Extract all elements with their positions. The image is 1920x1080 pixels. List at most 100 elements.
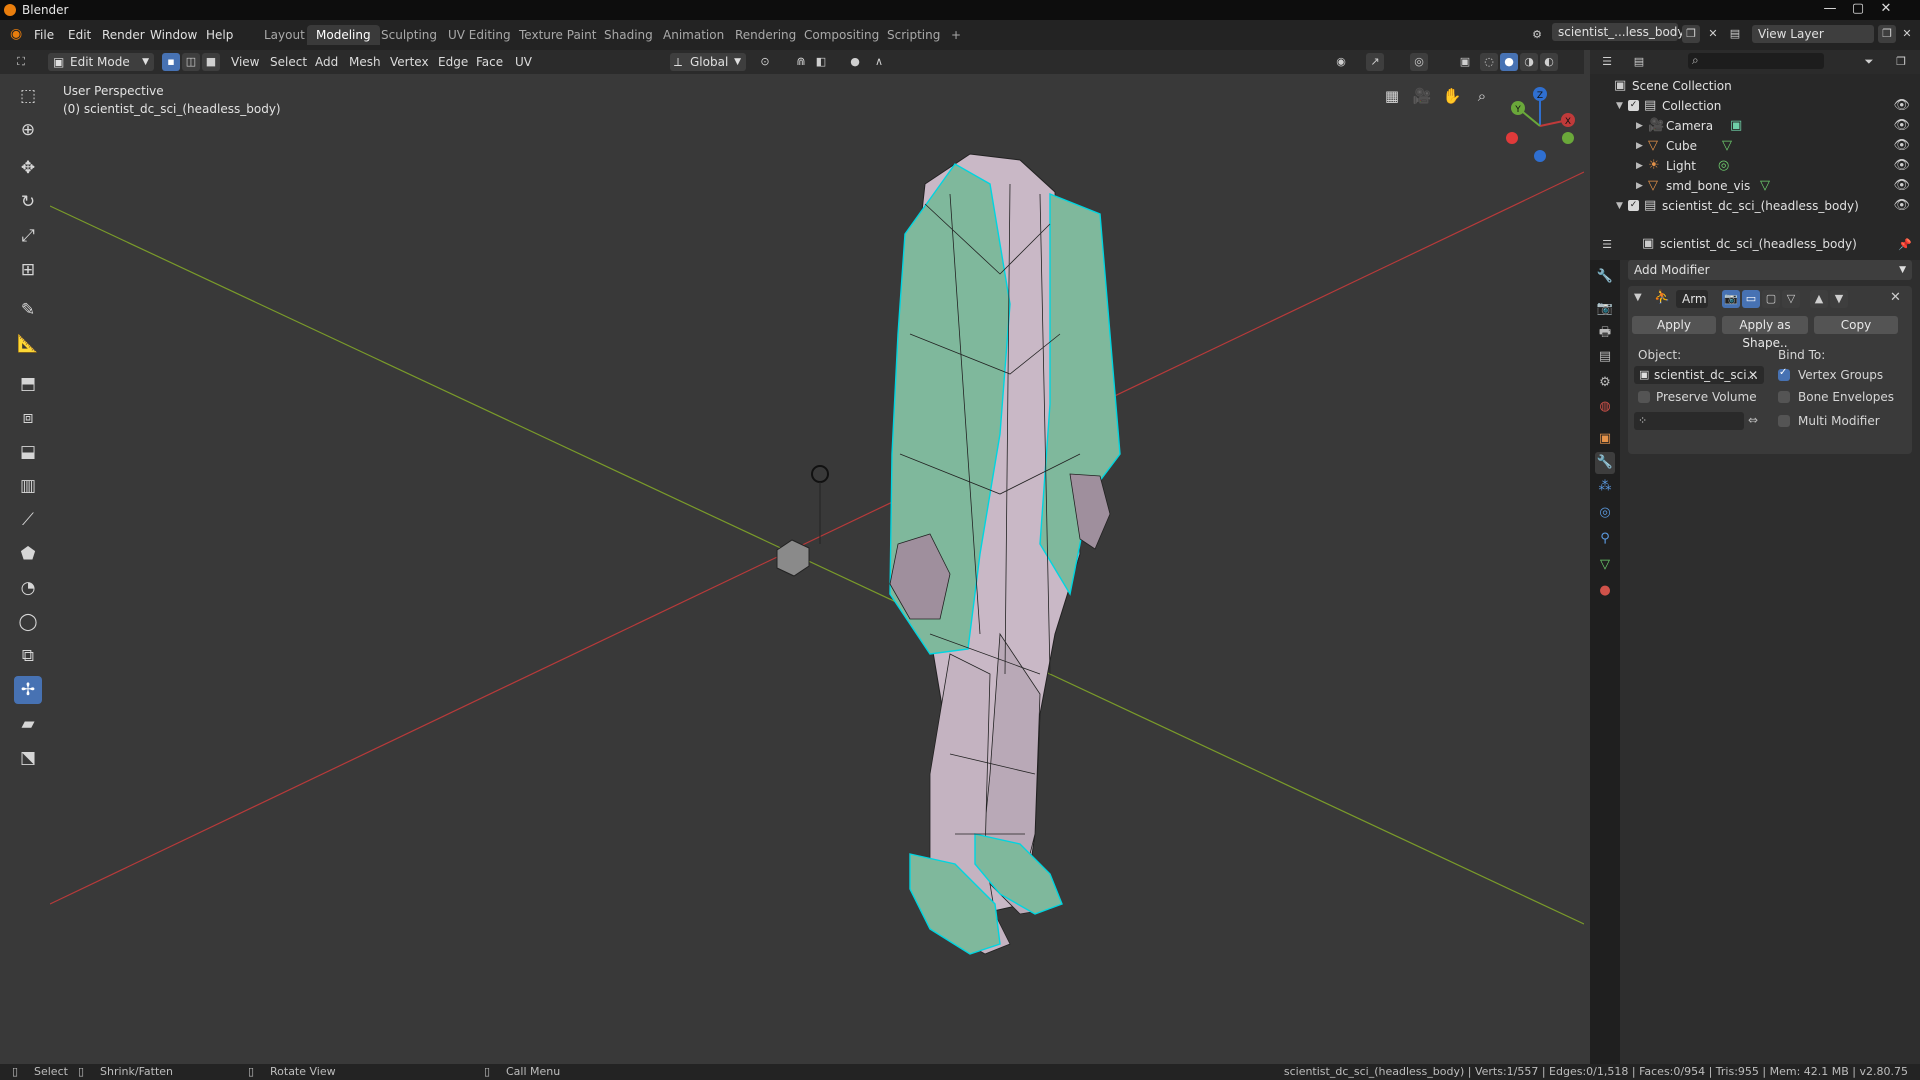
bone-envelopes-checkbox[interactable] (1778, 391, 1790, 403)
tab-shading[interactable]: Shading (595, 25, 662, 45)
close-icon[interactable]: ✕ (1874, 0, 1898, 18)
tab-modeling[interactable]: Modeling (307, 25, 380, 45)
tool-tab-icon[interactable]: 🔧 (1595, 266, 1615, 288)
transform-tool-icon[interactable]: ⊞ (14, 256, 42, 284)
blender-menu-icon[interactable]: ◉ (10, 26, 22, 42)
collection-checkbox[interactable]: ✓ (1628, 200, 1639, 211)
menu-edge[interactable]: Edge (434, 53, 472, 71)
properties-editor-icon[interactable]: ☰ (1598, 236, 1616, 254)
eye-icon[interactable]: 👁 (1893, 158, 1910, 173)
menu-render[interactable]: Render (102, 28, 145, 42)
eye-icon[interactable]: 👁 (1893, 138, 1910, 153)
rip-region-tool-icon[interactable]: ⬔ (14, 744, 42, 772)
show-in-edit-mode-icon[interactable]: ▢ (1762, 290, 1780, 308)
tab-uv-editing[interactable]: UV Editing (439, 25, 520, 45)
modifier-tab-icon[interactable]: 🔧 (1595, 452, 1615, 474)
inset-tool-icon[interactable]: ⧈ (14, 404, 42, 432)
tab-scripting[interactable]: Scripting (878, 25, 949, 45)
scene-icon[interactable]: ⚙ (1528, 26, 1546, 44)
face-select-icon[interactable]: ■ (202, 53, 220, 71)
eye-icon[interactable]: 👁 (1893, 178, 1910, 193)
outliner-row-collection[interactable]: ▼ ✓ ▤ Collection 👁 (1590, 96, 1920, 116)
expand-icon[interactable]: ▶ (1636, 121, 1643, 131)
knife-tool-icon[interactable]: ⟋ (14, 506, 42, 534)
modifier-name-field[interactable]: Arm (1676, 290, 1708, 308)
spin-tool-icon[interactable]: ◔ (14, 574, 42, 602)
menu-add[interactable]: Add (311, 53, 342, 71)
output-tab-icon[interactable]: 🖶 (1595, 322, 1615, 344)
transform-orientation-selector[interactable]: ⟂ Global ▼ (670, 53, 746, 71)
menu-vertex[interactable]: Vertex (386, 53, 433, 71)
add-modifier-dropdown[interactable]: Add Modifier ▼ (1628, 260, 1912, 280)
apply-as-shape-button[interactable]: Apply as Shape.. (1722, 316, 1808, 350)
new-view-layer-icon[interactable]: ❐ (1878, 25, 1896, 43)
editor-type-icon[interactable]: ⛶ (12, 53, 30, 71)
move-down-icon[interactable]: ▼ (1830, 290, 1848, 308)
overlay-toggle-icon[interactable]: ◎ (1410, 53, 1428, 71)
apply-button[interactable]: Apply (1632, 316, 1716, 334)
material-shading-icon[interactable]: ◑ (1520, 53, 1538, 71)
expand-icon[interactable]: ▼ (1616, 201, 1623, 211)
vertex-groups-checkbox[interactable] (1778, 367, 1790, 381)
outliner-editor-icon[interactable]: ☰ (1598, 53, 1616, 71)
expand-icon[interactable]: ▶ (1636, 161, 1643, 171)
particles-tab-icon[interactable]: ⁂ (1595, 476, 1615, 498)
navigation-gizmo[interactable]: Z X Y (1500, 86, 1580, 166)
expand-icon[interactable]: ▶ (1636, 181, 1643, 191)
pan-view-icon[interactable]: ✋ (1440, 84, 1464, 108)
maximize-icon[interactable]: ▢ (1846, 0, 1870, 18)
eye-icon[interactable]: 👁 (1893, 198, 1910, 213)
tab-animation[interactable]: Animation (654, 25, 733, 45)
minimize-icon[interactable]: — (1818, 0, 1842, 18)
tab-compositing[interactable]: Compositing (795, 25, 888, 45)
clear-icon[interactable]: ✕ (1748, 366, 1758, 384)
snap-target-icon[interactable]: ◧ (812, 53, 830, 71)
scientist-mesh[interactable] (889, 153, 1121, 955)
menu-select[interactable]: Select (266, 53, 311, 71)
outliner-row-scientist[interactable]: ▼ ✓ ▤ scientist_dc_sci_(headless_body) 👁 (1590, 196, 1920, 216)
cube-object[interactable] (776, 539, 810, 577)
wireframe-shading-icon[interactable]: ◌ (1480, 53, 1498, 71)
camera-view-icon[interactable]: 🎥 (1410, 84, 1434, 108)
zoom-view-icon[interactable]: ⌕ (1470, 84, 1494, 108)
gizmo-neg-x-axis[interactable] (1506, 132, 1518, 144)
smooth-tool-icon[interactable]: ◯ (14, 608, 42, 636)
tab-layout[interactable]: Layout (255, 25, 314, 45)
gizmo-toggle-icon[interactable]: ↗ (1366, 53, 1384, 71)
filter-icon[interactable]: ⏷ (1860, 53, 1878, 71)
pivot-point-icon[interactable]: ⊙ (756, 53, 774, 71)
new-collection-icon[interactable]: ❐ (1892, 53, 1910, 71)
outliner-row-cube[interactable]: ▶ ▽ Cube ▽ 👁 (1590, 136, 1920, 156)
physics-tab-icon[interactable]: ◎ (1595, 502, 1615, 524)
show-viewport-icon[interactable]: ▭ (1742, 290, 1760, 308)
menu-view[interactable]: View (227, 53, 263, 71)
shrink-fatten-tool-icon[interactable]: ✢ (14, 676, 42, 704)
tab-rendering[interactable]: Rendering (726, 25, 805, 45)
tab-sculpting[interactable]: Sculpting (372, 25, 446, 45)
constraints-tab-icon[interactable]: ⚲ (1595, 528, 1615, 550)
remove-modifier-icon[interactable]: ✕ (1890, 290, 1901, 305)
menu-face[interactable]: Face (472, 53, 507, 71)
invert-icon[interactable]: ⇔ (1748, 413, 1758, 427)
menu-window[interactable]: Window (150, 28, 197, 42)
measure-tool-icon[interactable]: 📐 (14, 330, 42, 358)
delete-view-layer-icon[interactable]: ✕ (1898, 25, 1916, 43)
mode-selector[interactable]: Edit Mode ▣ ▼ (48, 53, 154, 71)
solid-shading-icon[interactable]: ● (1500, 53, 1518, 71)
shear-tool-icon[interactable]: ▰ (14, 710, 42, 738)
tab-texture-paint[interactable]: Texture Paint (510, 25, 605, 45)
menu-file[interactable]: File (34, 28, 54, 42)
view-layer-selector[interactable]: View Layer (1752, 25, 1874, 43)
gizmo-neg-z-axis[interactable] (1534, 150, 1546, 162)
move-tool-icon[interactable]: ✥ (14, 154, 42, 182)
multi-modifier-checkbox[interactable] (1778, 415, 1790, 427)
data-tab-icon[interactable]: ▽ (1595, 554, 1615, 576)
expand-icon[interactable]: ▶ (1636, 141, 1643, 151)
edge-slide-tool-icon[interactable]: ⧉ (14, 642, 42, 670)
poly-build-tool-icon[interactable]: ⬟ (14, 540, 42, 568)
scene-selector[interactable]: scientist_...less_body) (1552, 23, 1689, 41)
show-on-cage-icon[interactable]: ▽ (1782, 290, 1800, 308)
object-field[interactable]: ▣ scientist_dc_sci... ✕ (1634, 366, 1764, 384)
show-render-icon[interactable]: 📷 (1722, 290, 1740, 308)
display-mode-icon[interactable]: ▤ (1630, 53, 1648, 71)
